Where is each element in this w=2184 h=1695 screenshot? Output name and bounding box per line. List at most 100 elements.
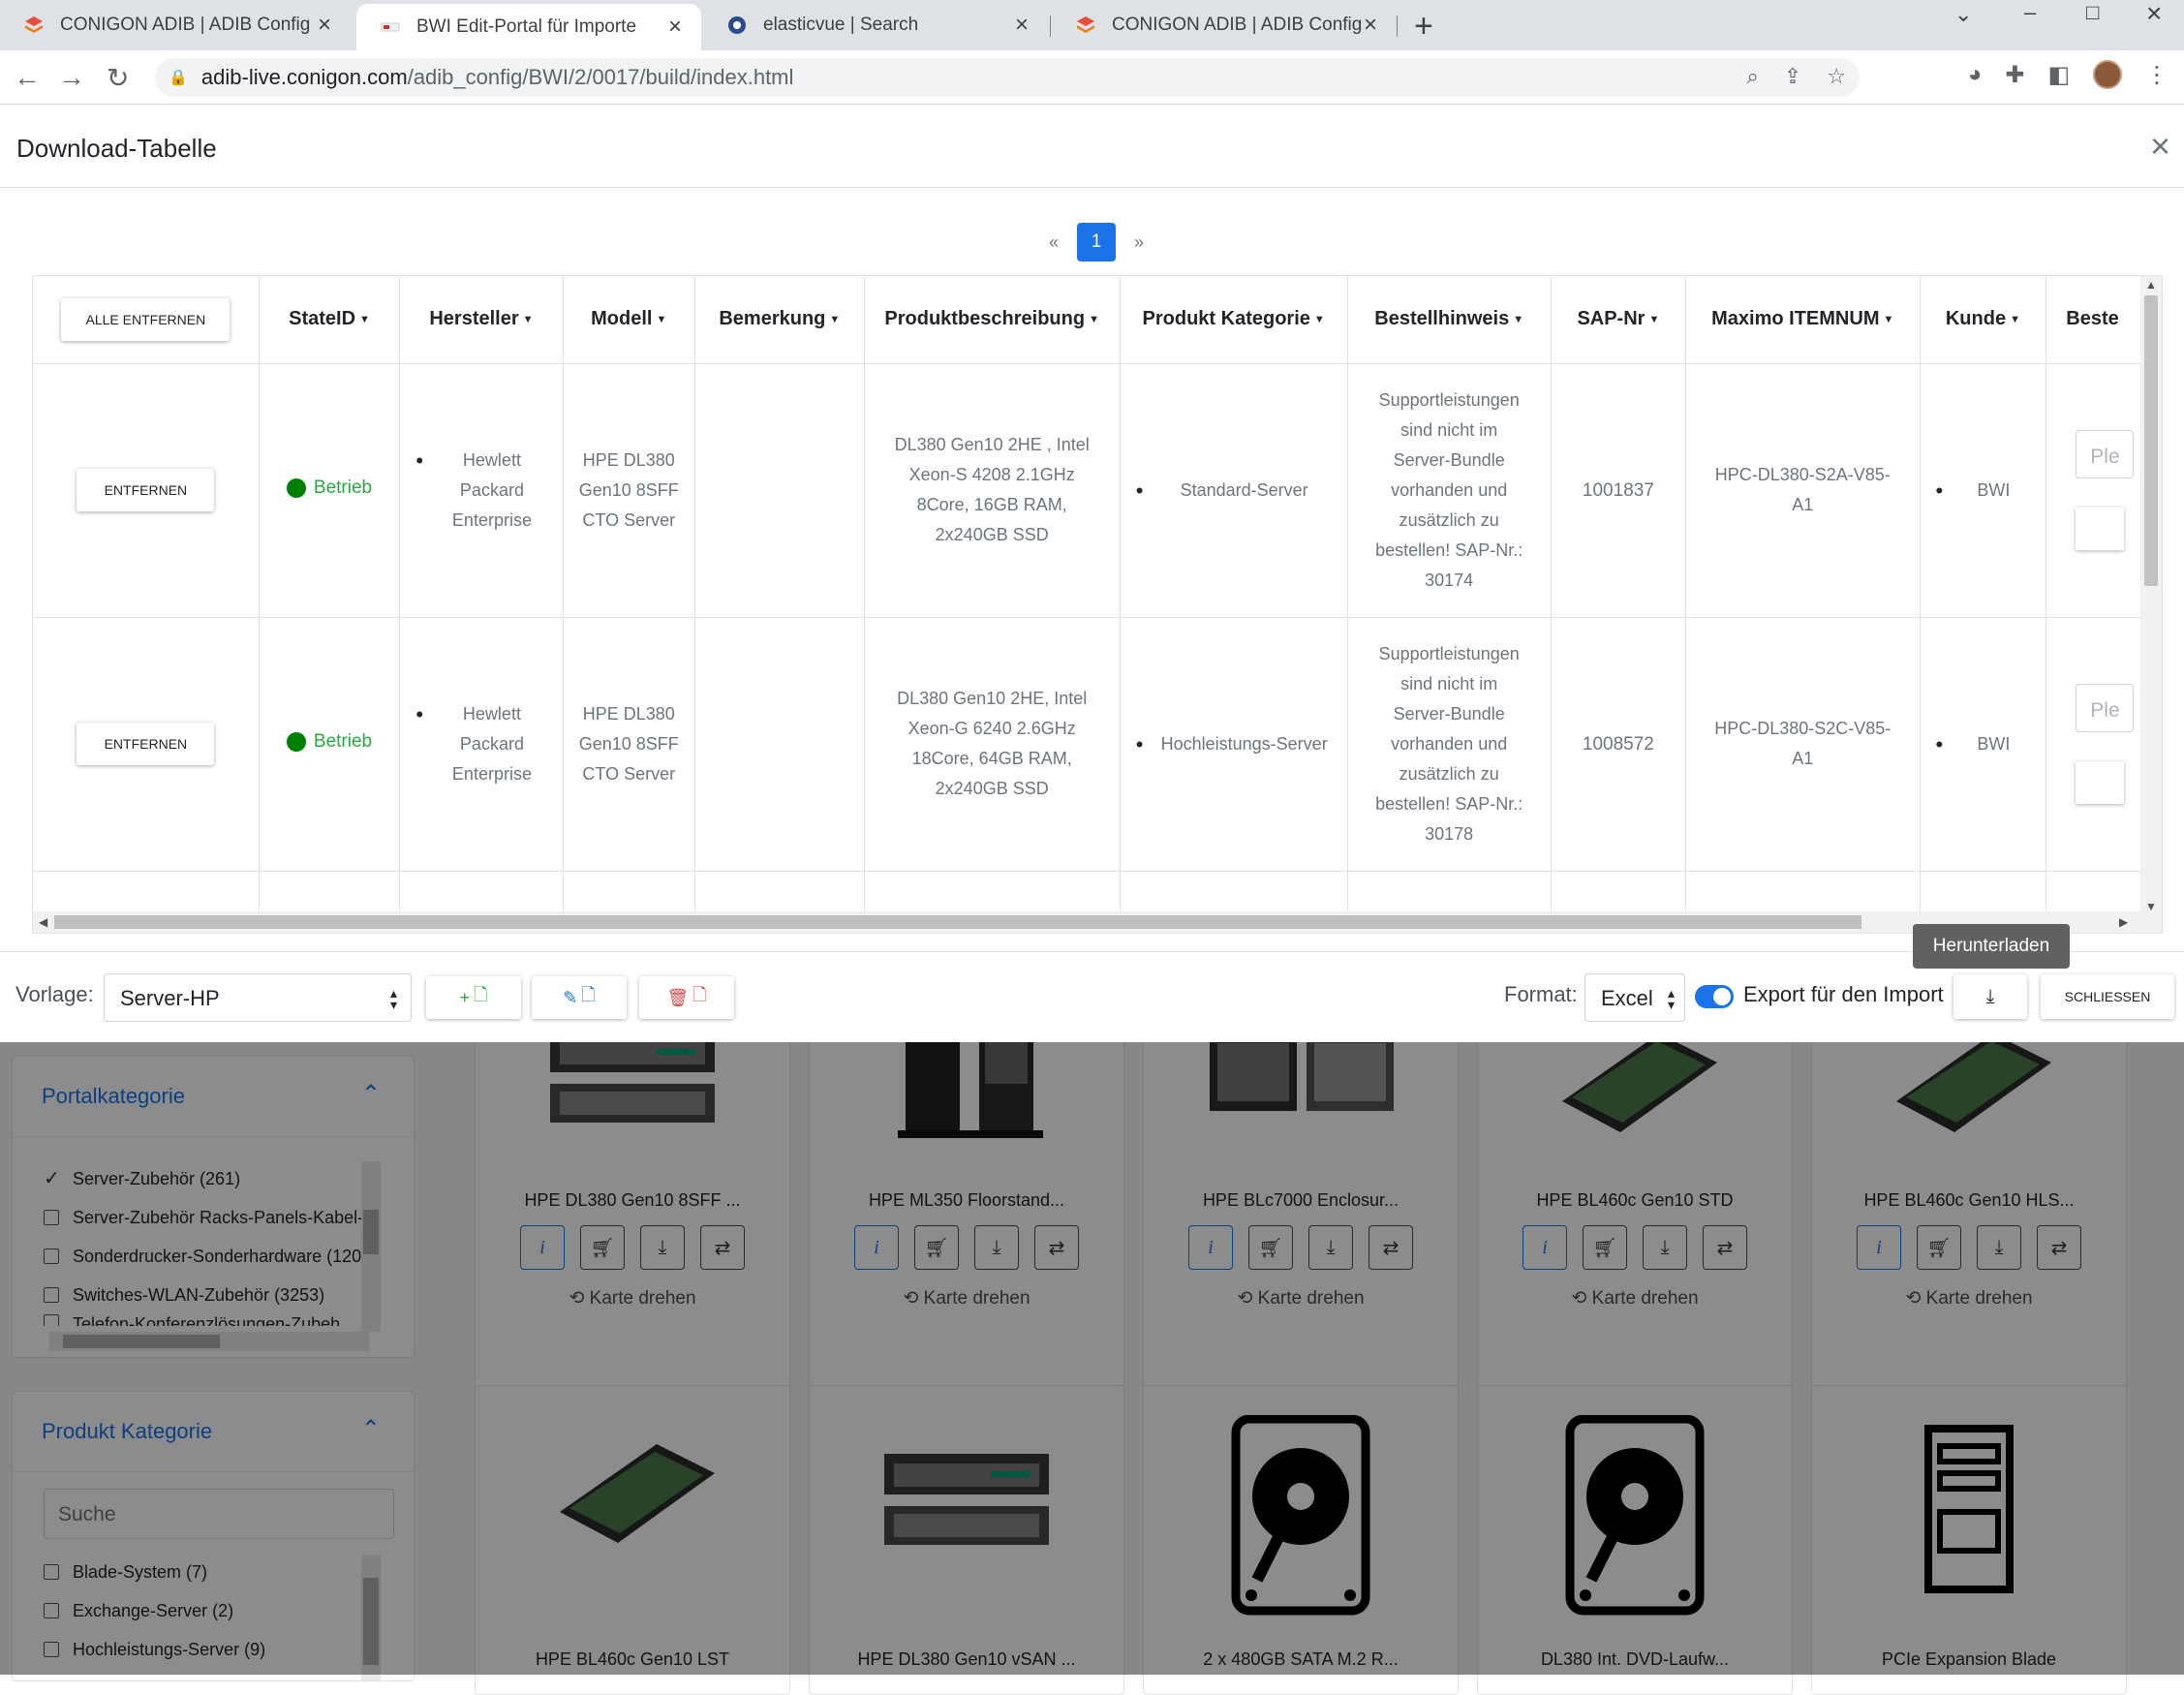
scroll-up-icon[interactable]: ▲: [2145, 278, 2157, 292]
column-header-stateid[interactable]: StateID ▼: [259, 276, 401, 364]
column-header-produktbeschreibung[interactable]: Produktbeschreibung ▼: [864, 276, 1121, 364]
column-header-label: Hersteller: [429, 308, 519, 330]
template-select[interactable]: Server-HP ▴ ▾: [104, 973, 412, 1022]
url-host: adib-live.conigon.com: [200, 65, 408, 89]
hersteller-value: Hewlett Packard Enterprise: [415, 699, 548, 789]
url-field[interactable]: 🔒 adib-live.conigon.com/adib_config/BWI/…: [155, 58, 1860, 97]
kategorie-value: Standard-Server: [1136, 476, 1334, 506]
dialog-header: Download-Tabelle ×: [0, 105, 2184, 188]
dialog-title: Download-Tabelle: [16, 134, 217, 163]
close-window-icon[interactable]: ×: [2146, 0, 2162, 29]
column-header-bestellhinweis[interactable]: Bestellhinweis ▼: [1347, 276, 1552, 364]
add-template-button[interactable]: + 🗋: [426, 976, 521, 1019]
column-header-kunde[interactable]: Kunde ▼: [1920, 276, 2047, 364]
caret-down-icon: ▼: [829, 313, 841, 325]
download-button[interactable]: ⤓: [1953, 974, 2027, 1019]
share-icon[interactable]: ⇪: [1784, 64, 1801, 89]
side-panel-icon[interactable]: ◧: [2047, 61, 2070, 89]
scrollbar-thumb[interactable]: [2144, 295, 2158, 586]
caret-down-icon: ▼: [1513, 313, 1524, 325]
zoom-icon[interactable]: ⌕: [1747, 64, 1759, 89]
hersteller-cell: Hewlett Packard Enterprise: [399, 363, 564, 618]
close-tab-icon[interactable]: ×: [318, 12, 331, 39]
forward-icon[interactable]: →: [58, 62, 85, 93]
table-vertical-scrollbar[interactable]: ▲ ▼: [2140, 276, 2162, 917]
quantity-input[interactable]: Ple: [2076, 430, 2135, 478]
avatar[interactable]: [2093, 60, 2122, 89]
close-tab-icon[interactable]: ×: [668, 14, 682, 41]
close-tab-icon[interactable]: ×: [1015, 12, 1029, 39]
minimize-icon[interactable]: –: [2024, 0, 2036, 25]
edit-template-button[interactable]: ✎ 🗋: [532, 976, 627, 1019]
status-badge: Betrieb: [286, 473, 372, 503]
scrollbar-thumb[interactable]: [54, 915, 1861, 929]
tab-search-icon[interactable]: ⌄: [1954, 2, 1972, 27]
add-button[interactable]: [2076, 508, 2125, 550]
delete-template-button[interactable]: 🗑︎ 🗋: [639, 976, 734, 1019]
maximo-cell: HPC-DL380-S2A-V85-A1: [1685, 363, 1921, 618]
extension-elasticvue-icon[interactable]: ◕: [1968, 61, 1983, 88]
browser-tab-2[interactable]: BWI Edit-Portal für Importe ×: [356, 4, 701, 50]
export-for-import-label: Export für den Import: [1743, 982, 1944, 1006]
browser-tab-4[interactable]: CONIGON ADIB | ADIB Config ×: [1052, 0, 1397, 50]
file-icon: 🗋: [474, 985, 488, 1004]
quantity-input[interactable]: Ple: [2076, 684, 2135, 732]
add-button[interactable]: [2076, 761, 2125, 804]
file-icon: 🗋: [692, 985, 707, 1004]
column-header-produktkategorie[interactable]: Produkt Kategorie ▼: [1120, 276, 1348, 364]
column-header-modell[interactable]: Modell ▼: [563, 276, 695, 364]
tab-title: CONIGON ADIB | ADIB Config: [1112, 15, 1363, 35]
export-for-import-toggle[interactable]: [1695, 985, 1734, 1008]
kunde-cell: BWI: [1920, 617, 2047, 872]
table-row: ENTFERNEN Betrieb Hewlett Packard Enterp…: [33, 363, 2162, 618]
column-header-hersteller[interactable]: Hersteller ▼: [399, 276, 564, 364]
column-header-sapnr[interactable]: SAP-Nr ▼: [1551, 276, 1687, 364]
back-icon[interactable]: ←: [14, 62, 41, 93]
browser-tab-3[interactable]: elasticvue | Search ×: [703, 0, 1048, 50]
status-dot-icon: [286, 731, 306, 752]
close-icon[interactable]: ×: [2150, 126, 2170, 167]
remove-all-cell: ALLE ENTFERNEN: [33, 276, 260, 364]
kategorie-cell: Standard-Server: [1120, 363, 1348, 618]
close-tab-icon[interactable]: ×: [1364, 12, 1377, 39]
column-header-label: Beste: [2066, 308, 2119, 330]
remove-row-button[interactable]: ENTFERNEN: [77, 723, 215, 765]
column-header-label: Produkt Kategorie: [1142, 308, 1310, 330]
column-header-label: Bemerkung: [719, 308, 826, 330]
column-header-label: Bestellhinweis: [1374, 308, 1510, 330]
select-arrows-icon: ▴ ▾: [389, 985, 397, 1012]
tab-title: BWI Edit-Portal für Importe: [416, 16, 637, 37]
pagination-page[interactable]: 1: [1077, 223, 1116, 262]
remove-row-button[interactable]: ENTFERNEN: [77, 469, 215, 511]
extensions-puzzle-icon[interactable]: ✚: [2005, 61, 2024, 89]
browser-tabstrip: CONIGON ADIB | ADIB Config × BWI Edit-Po…: [0, 0, 2184, 50]
bemerkung-cell: [694, 363, 865, 618]
caret-down-icon: ▼: [522, 313, 534, 325]
kunde-value: BWI: [1936, 476, 2033, 506]
column-header-label: Modell: [591, 308, 653, 330]
new-tab-icon[interactable]: +: [1414, 8, 1433, 46]
maximize-icon[interactable]: □: [2086, 0, 2099, 25]
remove-cell: ENTFERNEN: [33, 363, 260, 618]
browser-menu-icon[interactable]: ⋮: [2145, 61, 2169, 89]
caret-down-icon: ▼: [1883, 313, 1894, 325]
pagination-next[interactable]: »: [1120, 223, 1158, 262]
download-tooltip: Herunterladen: [1913, 924, 2070, 969]
close-button[interactable]: SCHLIESSEN: [2041, 974, 2174, 1019]
reload-icon[interactable]: ↻: [107, 62, 129, 94]
browser-tab-1[interactable]: CONIGON ADIB | ADIB Config ×: [0, 0, 351, 50]
elasticvue-logo-icon: [728, 16, 746, 34]
tab-separator: [1050, 15, 1051, 37]
caret-down-icon: ▼: [2010, 313, 2020, 325]
column-header-bemerkung[interactable]: Bemerkung ▼: [694, 276, 865, 364]
file-icon: 🗋: [581, 985, 596, 1004]
conigon-logo-icon: [1077, 16, 1094, 33]
format-select[interactable]: Excel ▴ ▾: [1584, 973, 1685, 1022]
scroll-right-icon[interactable]: ▶: [2119, 915, 2128, 929]
table-horizontal-scrollbar[interactable]: ◀ ▶: [33, 911, 2162, 933]
scroll-left-icon[interactable]: ◀: [39, 915, 47, 929]
bookmark-star-icon[interactable]: ☆: [1827, 64, 1846, 89]
column-header-maximo[interactable]: Maximo ITEMNUM ▼: [1685, 276, 1921, 364]
pagination-prev[interactable]: «: [1034, 223, 1073, 262]
remove-all-button[interactable]: ALLE ENTFERNEN: [61, 297, 231, 341]
